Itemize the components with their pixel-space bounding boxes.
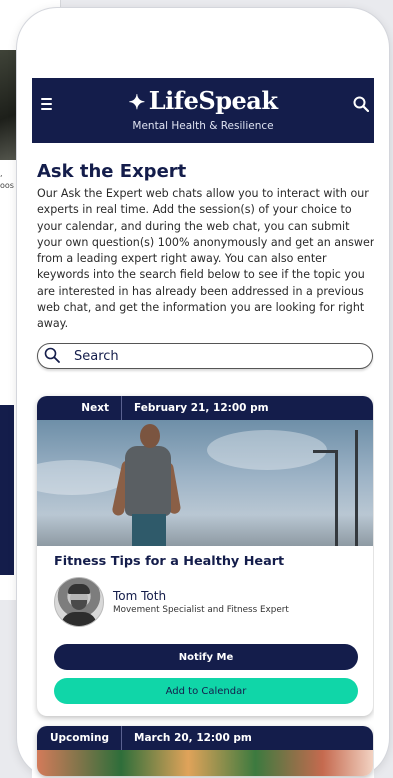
session-image [37,419,373,546]
speaker-role: Movement Specialist and Fitness Expert [113,604,289,615]
background-navy-panel [0,405,14,575]
app-header: ✦ LifeSpeak Mental Health & Resilience [32,78,374,143]
brand-tagline: Mental Health & Resilience [132,120,274,132]
search-icon [44,347,60,363]
background-text: , oos [0,168,14,192]
search-box[interactable] [37,342,373,369]
session-date: March 20, 12:00 pm [134,731,252,744]
background-text-line: oos [0,181,14,190]
page-intro: Our Ask the Expert web chats allow you t… [37,187,374,331]
session-tag: Upcoming [37,725,122,750]
session-card: Next February 21, 12:00 pm Fitness Tips … [37,395,373,716]
speaker-name: Tom Toth [113,588,167,603]
speaker-info: Tom Toth Movement Specialist and Fitness… [113,589,289,615]
notify-me-button[interactable]: Notify Me [54,643,358,670]
session-body: Fitness Tips for a Healthy Heart Tom Tot… [37,546,373,716]
search-icon[interactable] [353,96,369,112]
search-input[interactable] [72,345,356,368]
background-photo [0,50,18,160]
avatar [54,576,104,627]
session-title[interactable]: Fitness Tips for a Healthy Heart [54,554,356,569]
star-icon: ✦ [128,90,146,114]
page-title: Ask the Expert [37,161,187,182]
add-to-calendar-button[interactable]: Add to Calendar [54,677,358,704]
session-card: Upcoming March 20, 12:00 pm [37,725,373,776]
phone-frame: ✦ LifeSpeak Mental Health & Resilience As… [17,8,389,778]
session-date: February 21, 12:00 pm [134,401,269,414]
brand-name: LifeSpeak [148,86,278,115]
session-bar: Upcoming March 20, 12:00 pm [37,725,373,750]
speaker: Tom Toth Movement Specialist and Fitness… [54,576,356,627]
brand-logo[interactable]: ✦ LifeSpeak [32,86,374,115]
status-area [32,26,374,78]
session-tag: Next [37,395,122,420]
session-bar: Next February 21, 12:00 pm [37,395,373,420]
background-text-line: , [0,169,3,178]
session-image [37,749,373,776]
phone-screen: ✦ LifeSpeak Mental Health & Resilience As… [32,26,374,778]
main-content: Ask the Expert Our Ask the Expert web ch… [32,161,374,776]
